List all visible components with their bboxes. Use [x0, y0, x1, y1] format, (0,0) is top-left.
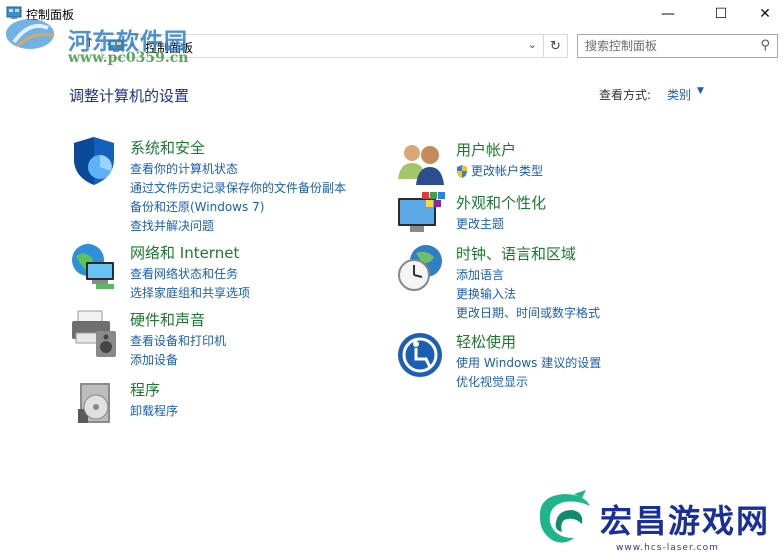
- category-title[interactable]: 外观和个性化: [456, 192, 546, 213]
- link-change-input-method[interactable]: 更换输入法: [456, 285, 600, 304]
- category-links: 添加语言 更换输入法 更改日期、时间或数字格式: [456, 266, 600, 323]
- link-devices-printers[interactable]: 查看设备和打印机: [130, 332, 226, 351]
- link-view-computer-status[interactable]: 查看你的计算机状态: [130, 160, 346, 179]
- category-title[interactable]: 程序: [130, 379, 160, 400]
- link-date-time-format[interactable]: 更改日期、时间或数字格式: [456, 304, 600, 323]
- link-label[interactable]: 更改帐户类型: [471, 164, 543, 178]
- link-change-account-type[interactable]: 更改帐户类型: [456, 162, 543, 181]
- up-button[interactable]: ↑: [84, 36, 95, 51]
- page-title: 调整计算机的设置: [69, 87, 190, 105]
- breadcrumb[interactable]: 控制面板: [145, 39, 193, 56]
- control-panel-icon: [108, 39, 124, 52]
- category-title[interactable]: 时钟、语言和区域: [456, 243, 576, 264]
- minimize-button[interactable]: —: [645, 0, 691, 28]
- search-icon[interactable]: ⚲: [760, 38, 770, 53]
- link-uninstall-program[interactable]: 卸载程序: [130, 402, 178, 421]
- category-links: 查看设备和打印机 添加设备: [130, 332, 226, 370]
- address-bar[interactable]: › 控制面板 ⌄: [101, 34, 544, 58]
- control-panel-icon: [6, 6, 22, 19]
- title-bar: 控制面板 — ☐ ✕: [0, 0, 783, 28]
- view-by-dropdown[interactable]: 类别: [667, 86, 691, 103]
- network-globe-icon[interactable]: [70, 242, 120, 292]
- link-optimize-display[interactable]: 优化视觉显示: [456, 373, 601, 392]
- category-links: 更改帐户类型: [456, 162, 543, 181]
- close-button[interactable]: ✕: [742, 0, 783, 28]
- refresh-button[interactable]: ↻: [544, 34, 568, 58]
- brand-name: 宏昌游戏网: [600, 502, 771, 540]
- link-add-device[interactable]: 添加设备: [130, 351, 226, 370]
- ease-of-access-icon[interactable]: [396, 331, 446, 381]
- uac-shield-icon: [457, 165, 467, 178]
- category-links: 查看你的计算机状态 通过文件历史记录保存你的文件备份副本 备份和还原(Windo…: [130, 160, 346, 236]
- link-change-theme[interactable]: 更改主题: [456, 215, 504, 234]
- monitor-palette-icon[interactable]: [396, 192, 446, 242]
- brand-url: www.hcs-laser.com: [616, 543, 719, 553]
- link-recommended-settings[interactable]: 使用 Windows 建议的设置: [456, 354, 601, 373]
- category-links: 查看网络状态和任务 选择家庭组和共享选项: [130, 265, 250, 303]
- category-links: 卸载程序: [130, 402, 178, 421]
- window-title: 控制面板: [26, 8, 75, 22]
- category-title[interactable]: 网络和 Internet: [130, 242, 239, 263]
- view-by-label: 查看方式:: [599, 88, 652, 102]
- search-input[interactable]: [578, 35, 748, 57]
- brand-logo-icon: [539, 490, 590, 543]
- breadcrumb-separator[interactable]: ›: [130, 38, 134, 51]
- maximize-button[interactable]: ☐: [698, 0, 744, 28]
- link-add-language[interactable]: 添加语言: [456, 266, 600, 285]
- link-homegroup[interactable]: 选择家庭组和共享选项: [130, 284, 250, 303]
- category-title[interactable]: 系统和安全: [130, 137, 205, 158]
- link-file-history[interactable]: 通过文件历史记录保存你的文件备份副本: [130, 179, 346, 198]
- link-backup-restore[interactable]: 备份和还原(Windows 7): [130, 198, 346, 217]
- address-dropdown-icon[interactable]: ⌄: [528, 38, 537, 51]
- search-box[interactable]: ⚲: [577, 34, 778, 58]
- link-troubleshoot[interactable]: 查找并解决问题: [130, 217, 346, 236]
- category-links: 使用 Windows 建议的设置 优化视觉显示: [456, 354, 601, 392]
- category-links: 更改主题: [456, 215, 504, 234]
- users-icon[interactable]: [396, 139, 446, 189]
- navigation-bar: ↑ › 控制面板 ⌄ ↻ ⚲: [0, 30, 783, 60]
- shield-icon[interactable]: [70, 137, 120, 187]
- category-title[interactable]: 轻松使用: [456, 331, 516, 352]
- link-network-status[interactable]: 查看网络状态和任务: [130, 265, 250, 284]
- category-title[interactable]: 硬件和声音: [130, 309, 205, 330]
- watermark-bottom-right: 宏昌游戏网 www.hcs-laser.com: [534, 488, 783, 558]
- category-title[interactable]: 用户帐户: [456, 139, 516, 160]
- programs-disc-icon[interactable]: [70, 379, 120, 429]
- printer-speaker-icon[interactable]: [70, 309, 120, 359]
- clock-globe-icon[interactable]: [396, 243, 446, 293]
- chevron-down-icon[interactable]: ▼: [697, 86, 704, 96]
